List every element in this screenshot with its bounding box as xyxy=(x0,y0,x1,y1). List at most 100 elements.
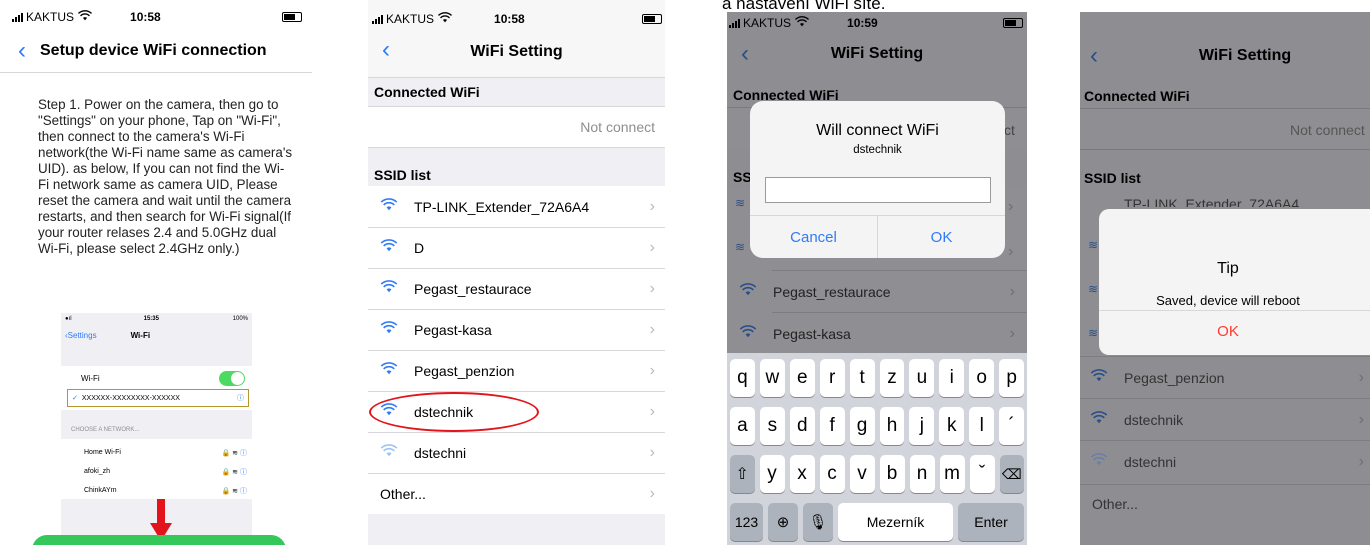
key-1[interactable]: x xyxy=(789,455,815,493)
key-6[interactable]: u xyxy=(909,359,935,397)
chevron-right-icon: › xyxy=(649,280,655,297)
ssid-list-header: SSID list xyxy=(1084,170,1141,186)
key-5[interactable]: h xyxy=(879,407,905,445)
back-button[interactable]: ‹ xyxy=(18,39,26,63)
mini-signal-icon: ●ıl xyxy=(65,316,72,322)
ssid-list: TP-LINK_Extender_72A6A4 › D › Pegast_restaur… xyxy=(368,186,665,514)
password-input[interactable] xyxy=(765,177,991,203)
ssid-label: Pegast_penzion xyxy=(1124,369,1225,386)
key-3[interactable]: f xyxy=(819,407,845,445)
battery-icon xyxy=(282,12,302,22)
wifi-icon xyxy=(380,362,402,380)
ssid-row[interactable]: D › xyxy=(368,227,665,268)
ssid-row[interactable]: dstechni › xyxy=(1080,440,1370,482)
key-6[interactable]: j xyxy=(909,407,935,445)
connected-wifi-header: Connected WiFi xyxy=(1084,88,1190,104)
ssid-row[interactable]: dstechni › xyxy=(368,432,665,473)
key-9[interactable]: p xyxy=(999,359,1025,397)
wifi-icon xyxy=(1090,410,1112,429)
key-4[interactable]: t xyxy=(849,359,875,397)
key-0[interactable]: y xyxy=(759,455,785,493)
space-key[interactable]: Mezerník xyxy=(838,503,953,541)
highlight-ellipse xyxy=(369,392,539,432)
backspace-key[interactable]: ⌫ xyxy=(999,455,1024,493)
ssid-row[interactable]: Pegast_penzion › xyxy=(1080,356,1370,398)
key-6[interactable]: m xyxy=(939,455,965,493)
signal-icon xyxy=(12,12,23,22)
ssid-row[interactable]: Pegast_penzion › xyxy=(368,350,665,391)
enter-key[interactable]: Enter xyxy=(958,503,1024,541)
ssid-label: Pegast_restaurace xyxy=(414,281,532,297)
wifi-icon: ≋ xyxy=(1088,238,1099,252)
key-4[interactable]: g xyxy=(849,407,875,445)
key-3[interactable]: v xyxy=(849,455,875,493)
mini-title: Wi-Fi xyxy=(130,331,151,340)
ssid-partial-label: TP-LINK_Extender_72A6A4 xyxy=(1124,196,1300,207)
page-title: WiFi Setting xyxy=(830,45,924,62)
wifi-icon xyxy=(380,444,402,462)
screen-setup-device: KAKTUS 10:58 ‹ Setup device WiFi connect… xyxy=(0,0,312,545)
ssid-row[interactable]: Pegast-kasa › xyxy=(368,309,665,350)
key-2[interactable]: d xyxy=(789,407,815,445)
key-4[interactable]: b xyxy=(879,455,905,493)
ssid-other-label: Other... xyxy=(380,486,426,502)
key-2[interactable]: e xyxy=(789,359,815,397)
ssid-row[interactable]: Pegast_restaurace › xyxy=(727,272,1027,312)
chevron-right-icon: › xyxy=(649,321,655,338)
ok-button[interactable]: OK xyxy=(878,229,1005,246)
ssid-row[interactable]: Pegast_restaurace › xyxy=(368,268,665,309)
tip-ok-button[interactable]: OK xyxy=(1099,323,1357,340)
key-1[interactable]: s xyxy=(759,407,785,445)
ssid-label: Pegast-kasa xyxy=(414,322,492,338)
wifi-icon: ≋ xyxy=(735,240,746,254)
key-0[interactable]: q xyxy=(730,359,755,397)
carrier-label: KAKTUS xyxy=(26,10,75,24)
ssid-row[interactable]: TP-LINK_Extender_72A6A4 › xyxy=(368,186,665,227)
mini-wifi-toggle xyxy=(219,371,245,386)
chevron-right-icon: › xyxy=(649,239,655,256)
key-5[interactable]: z xyxy=(879,359,905,397)
key-0[interactable]: a xyxy=(730,407,755,445)
ssid-other-label[interactable]: Other... xyxy=(1092,496,1138,512)
wifi-icon xyxy=(1090,368,1112,387)
key-9[interactable]: ´ xyxy=(999,407,1025,445)
back-button[interactable]: ‹ xyxy=(1090,44,1098,68)
ssid-list-header: SSID list xyxy=(374,167,431,183)
ssid-row[interactable]: dstechnik › xyxy=(1080,398,1370,440)
ssid-label: Pegast-kasa xyxy=(773,326,851,342)
signal-icon xyxy=(372,14,383,24)
key-7[interactable]: k xyxy=(939,407,965,445)
wifi-icon xyxy=(739,325,761,343)
chevron-right-icon: › xyxy=(1358,410,1364,428)
page-title: WiFi Setting xyxy=(470,43,563,60)
wifi-icon xyxy=(380,197,402,216)
microphone-icon[interactable]: 🎙 xyxy=(803,503,833,541)
shift-key[interactable]: ⇧ xyxy=(730,455,755,493)
mini-battery-label: 100% xyxy=(232,316,248,322)
wifi-icon xyxy=(380,280,402,298)
key-1[interactable]: w xyxy=(759,359,785,397)
chevron-right-icon: › xyxy=(649,444,655,461)
mini-wifi-label: Wi-Fi xyxy=(81,374,100,383)
ssid-row[interactable]: Pegast-kasa › xyxy=(727,314,1027,354)
ssid-other-row[interactable]: Other... › xyxy=(368,473,665,514)
ssid-label: Pegast_penzion xyxy=(414,363,515,379)
numbers-key[interactable]: 123 xyxy=(730,503,763,541)
key-8[interactable]: l xyxy=(969,407,995,445)
key-7[interactable]: i xyxy=(939,359,965,397)
next-button[interactable] xyxy=(32,535,286,545)
connected-wifi-value: Not connect xyxy=(1290,122,1365,138)
key-8[interactable]: o xyxy=(969,359,995,397)
ssid-label: TP-LINK_Extender_72A6A4 xyxy=(414,198,590,215)
chevron-right-icon: › xyxy=(649,403,655,420)
key-5[interactable]: n xyxy=(909,455,935,493)
mini-network-list: Home Wi-Fi 🔒 ≋ ⓘ afoki_zh 🔒 ≋ ⓘ ChinkAYm 🔒 … xyxy=(84,449,247,495)
ssid-label: dstechni xyxy=(1124,453,1177,470)
key-3[interactable]: r xyxy=(819,359,845,397)
globe-icon[interactable]: ⊕ xyxy=(768,503,798,541)
wifi-icon: ≋ xyxy=(735,196,746,210)
wifi-icon xyxy=(380,321,402,339)
key-7[interactable]: ˇ xyxy=(969,455,995,493)
cancel-button[interactable]: Cancel xyxy=(750,229,877,246)
key-2[interactable]: c xyxy=(819,455,845,493)
